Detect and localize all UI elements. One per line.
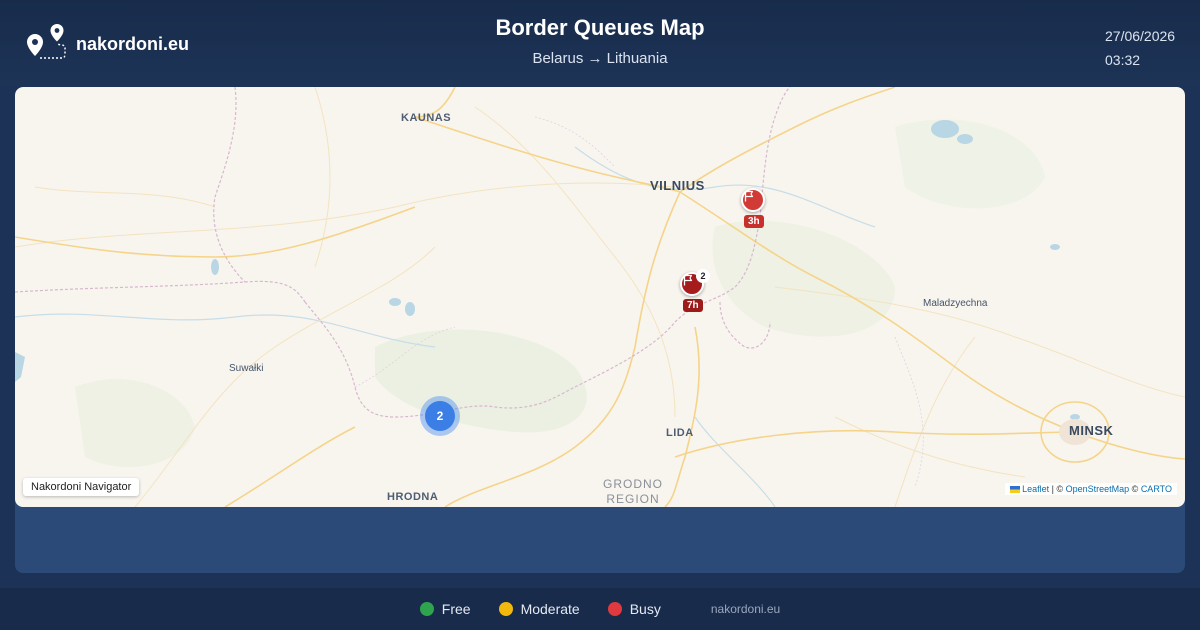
place-label-maladzyechna: Maladzyechna bbox=[923, 298, 988, 309]
wait-time-badge[interactable]: 7h bbox=[683, 299, 703, 312]
flag-icon bbox=[744, 190, 754, 202]
footer: Free Moderate Busy nakordoni.eu bbox=[0, 588, 1200, 630]
place-label-kaunas: KAUNAS bbox=[401, 112, 452, 124]
place-label-lida: LIDA bbox=[666, 427, 694, 439]
border-crossing-marker[interactable] bbox=[741, 188, 765, 212]
place-label-minsk: MINSK bbox=[1069, 423, 1114, 438]
openstreetmap-link[interactable]: OpenStreetMap bbox=[1066, 484, 1130, 494]
footer-site[interactable]: nakordoni.eu bbox=[711, 602, 780, 616]
route-subtitle: Belarus → Lithuania bbox=[532, 50, 668, 67]
status-dot-icon bbox=[498, 602, 513, 616]
place-label-vilnius: VILNIUS bbox=[650, 178, 705, 193]
place-label-suwalki: Suwałki bbox=[229, 363, 264, 374]
map-control-label[interactable]: Nakordoni Navigator bbox=[23, 478, 140, 496]
ukraine-flag-icon bbox=[1010, 486, 1021, 493]
carto-link[interactable]: CARTO bbox=[1141, 484, 1172, 494]
page-title: Border Queues Map bbox=[495, 15, 705, 40]
datetime: 27/06/2026 03:32 bbox=[1105, 24, 1175, 72]
date-text: 27/06/2026 bbox=[1105, 28, 1176, 44]
map-panel: KAUNAS VILNIUS Maladzyechna Suwałki LIDA… bbox=[15, 87, 1185, 573]
status-dot-icon bbox=[419, 602, 434, 616]
wait-time-badge[interactable]: 3h bbox=[744, 215, 764, 228]
leaflet-link[interactable]: Leaflet bbox=[1022, 484, 1049, 494]
place-label-grodno-region: GRODNO REGION bbox=[603, 477, 663, 506]
marker-count-badge: 2 bbox=[696, 269, 710, 283]
marker-cluster[interactable]: 2 bbox=[420, 396, 460, 436]
place-label-hrodna: HRODNA bbox=[387, 491, 439, 503]
legend-item-free: Free bbox=[419, 601, 471, 617]
map-canvas[interactable]: KAUNAS VILNIUS Maladzyechna Suwałki LIDA… bbox=[15, 87, 1185, 507]
flag-icon bbox=[683, 274, 693, 286]
legend-item-busy: Busy bbox=[607, 601, 661, 617]
header: nakordoni.eu Border Queues Map Belarus →… bbox=[0, 0, 1200, 86]
time-text: 03:32 bbox=[1105, 52, 1141, 68]
legend-item-moderate: Moderate bbox=[498, 601, 580, 617]
title-block: Border Queues Map Belarus → Lithuania bbox=[0, 15, 1200, 67]
cluster-count: 2 bbox=[425, 401, 455, 431]
map-attribution: Leaflet | © OpenStreetMap © CARTO bbox=[1005, 483, 1177, 495]
map-basemap bbox=[15, 87, 1185, 507]
status-dot-icon bbox=[607, 602, 622, 616]
